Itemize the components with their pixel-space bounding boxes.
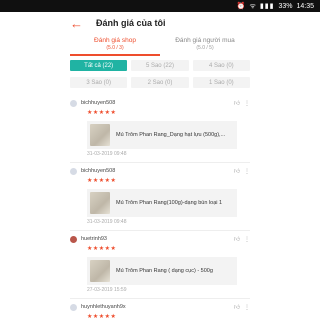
review-item: bichhuyen508 👍︎ ⋮ ★★★★★ Mủ Trôm Phan Ran… — [70, 99, 250, 158]
thumbs-up-icon[interactable]: 👍︎ — [228, 303, 240, 311]
review-date: 27-03-2019 15:59 — [87, 287, 127, 293]
star-rating: ★★★★★ — [87, 110, 117, 116]
filter-5-stars[interactable]: 5 Sao (22) — [131, 60, 189, 71]
avatar — [70, 99, 77, 107]
star-rating: ★★★★★ — [87, 178, 117, 184]
status-bar: ⏰ ᯤ ▮▮▮ 33% 14:35 — [0, 0, 320, 12]
filter-3-stars[interactable]: 3 Sao (0) — [70, 77, 128, 88]
filter-4-stars[interactable]: 4 Sao (0) — [192, 60, 250, 71]
review-tabs: Đánh giá shop (5.0 / 3) Đánh giá người m… — [70, 36, 250, 56]
tab-count: (5.0 / 5) — [196, 44, 214, 51]
clock: 14:35 — [296, 2, 314, 10]
product-thumbnail — [90, 192, 110, 214]
star-rating: ★★★★★ — [87, 314, 117, 320]
status-icons: ⏰ ᯤ ▮▮▮ — [236, 2, 275, 10]
more-vertical-icon[interactable]: ⋮ — [240, 100, 250, 107]
divider — [70, 298, 250, 299]
divider — [70, 230, 250, 231]
thumbs-up-icon[interactable]: 👍︎ — [228, 99, 240, 107]
product-card[interactable]: Mủ Trôm Phan Rang ( dạng cục) - 500g — [87, 257, 237, 285]
filter-1-star[interactable]: 1 Sao (0) — [192, 77, 250, 88]
tab-label: Đánh giá người mua — [175, 37, 235, 44]
more-vertical-icon[interactable]: ⋮ — [240, 304, 250, 311]
rating-filters: Tất cả (22) 5 Sao (22) 4 Sao (0) 3 Sao (… — [70, 60, 250, 94]
product-thumbnail — [90, 124, 110, 146]
avatar — [70, 167, 77, 175]
app-bar: ← Đánh giá của tôi — [0, 12, 320, 34]
filter-2-stars[interactable]: 2 Sao (0) — [131, 77, 189, 88]
username: huetrinh93 — [81, 236, 107, 242]
avatar — [70, 303, 77, 311]
tab-label: Đánh giá shop — [94, 37, 136, 44]
divider — [70, 162, 250, 163]
review-item: huynhlethuyanh9x 👍︎ ⋮ ★★★★★ — [70, 303, 250, 320]
review-item: bichhuyen508 👍︎ ⋮ ★★★★★ Mủ Trôm Phan Ran… — [70, 167, 250, 226]
thumbs-up-icon[interactable]: 👍︎ — [228, 235, 240, 243]
battery-level: 33% — [278, 2, 293, 10]
page-title: Đánh giá của tôi — [96, 18, 166, 28]
product-thumbnail — [90, 260, 110, 282]
username: bichhuyen508 — [81, 168, 116, 174]
review-item: huetrinh93 👍︎ ⋮ ★★★★★ Mủ Trôm Phan Rang … — [70, 235, 250, 294]
thumbs-up-icon[interactable]: 👍︎ — [228, 167, 240, 175]
product-title: Mủ Trôm Phan Rang(100g)-dạng bún loại 1 — [116, 200, 223, 206]
star-rating: ★★★★★ — [87, 246, 117, 252]
review-date: 31-03-2019 09:48 — [87, 219, 127, 225]
review-date: 31-03-2019 09:48 — [87, 151, 127, 157]
more-vertical-icon[interactable]: ⋮ — [240, 168, 250, 175]
filter-all[interactable]: Tất cả (22) — [70, 60, 128, 71]
tab-count: (5.0 / 3) — [106, 44, 124, 51]
more-vertical-icon[interactable]: ⋮ — [240, 236, 250, 243]
tab-buyer-reviews[interactable]: Đánh giá người mua (5.0 / 5) — [160, 36, 250, 56]
username: bichhuyen508 — [81, 100, 116, 106]
product-title: Mủ Trôm Phan Rang ( dạng cục) - 500g — [116, 268, 213, 274]
arrow-left-icon[interactable]: ← — [70, 17, 86, 30]
username: huynhlethuyanh9x — [81, 304, 126, 310]
product-card[interactable]: Mủ Trôm Phan Rang(100g)-dạng bún loại 1 — [87, 189, 237, 217]
avatar — [70, 235, 77, 243]
tab-shop-reviews[interactable]: Đánh giá shop (5.0 / 3) — [70, 36, 160, 56]
product-card[interactable]: Mủ Trôm Phan Rang_Dạng hạt lựu (500g),..… — [87, 121, 237, 149]
product-title: Mủ Trôm Phan Rang_Dạng hạt lựu (500g),..… — [116, 132, 226, 138]
